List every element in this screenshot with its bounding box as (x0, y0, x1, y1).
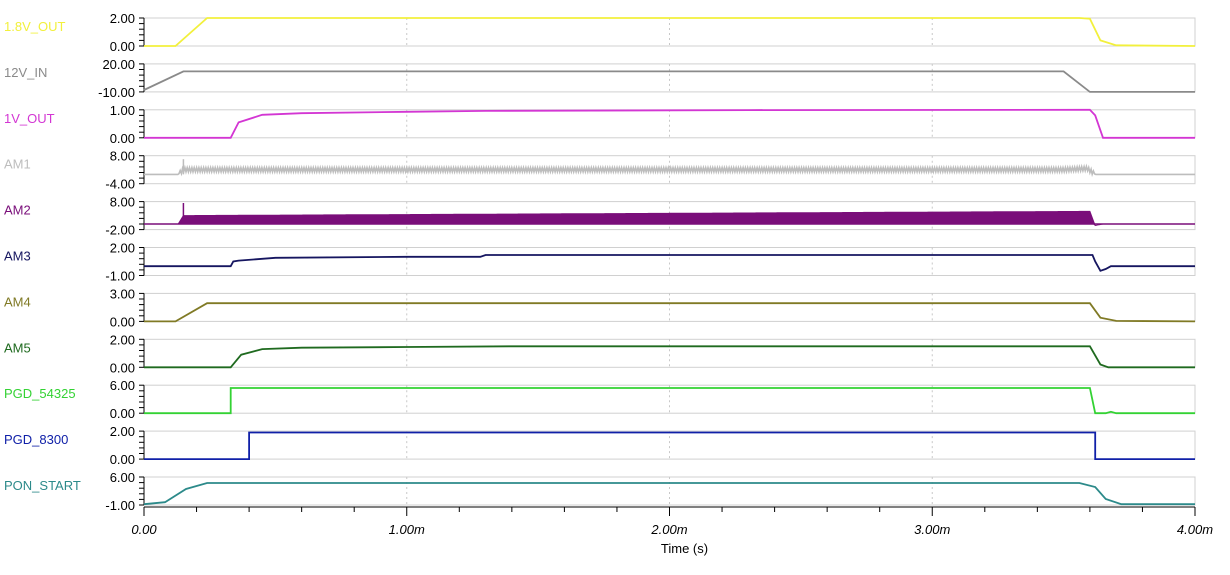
channel-label: AM5 (4, 340, 31, 355)
y-tick-label: 8.00 (110, 195, 135, 210)
channel-label: PGD_8300 (4, 432, 68, 447)
channel-1v-out: 1.00 0.00 1V_OUT (4, 103, 1196, 146)
y-tick-label: 2.00 (110, 11, 135, 26)
panel-frame (143, 430, 1196, 460)
channel-panels: 2.00 0.00 1.8V_OUT 20.00 -10.00 12V_IN 1.00 0.0… (4, 11, 1196, 513)
channel-label: AM1 (4, 157, 31, 172)
y-tick-label: 0.00 (110, 452, 135, 467)
channel-label: AM4 (4, 294, 31, 309)
y-tick-label: 0.00 (110, 360, 135, 375)
channel-label: 12V_IN (4, 65, 47, 80)
channel-am2: 8.00 -2.00 AM2 (4, 195, 1196, 238)
x-tick-label: 0.00 (131, 522, 157, 537)
y-tick-label: 20.00 (102, 57, 135, 72)
channel-label: 1.8V_OUT (4, 19, 65, 34)
channel-12v-in: 20.00 -10.00 12V_IN (4, 57, 1196, 100)
x-axis-title: Time (s) (661, 541, 708, 556)
y-tick-label: -1.00 (105, 269, 135, 284)
y-tick-label: 8.00 (110, 149, 135, 164)
channel-am3: 2.00 -1.00 AM3 (4, 241, 1196, 284)
x-axis: 0.00 1.00m 2.00m 3.00m 4.00m Time (s) (131, 506, 1213, 556)
x-tick-label: 1.00m (389, 522, 425, 537)
y-tick-label: -10.00 (98, 85, 135, 100)
y-tick-label: 1.00 (110, 103, 135, 118)
channel-pgd-54325: 6.00 0.00 PGD_54325 (4, 378, 1196, 421)
y-tick-label: 0.00 (110, 406, 135, 421)
panel-frame (143, 63, 1196, 93)
y-tick-label: 2.00 (110, 332, 135, 347)
y-tick-label: 6.00 (110, 378, 135, 393)
x-tick-label: 4.00m (1177, 522, 1213, 537)
y-tick-label: 6.00 (110, 470, 135, 485)
channel-label: AM2 (4, 203, 31, 218)
channel-pgd-8300: 2.00 0.00 PGD_8300 (4, 424, 1196, 467)
channel-label: 1V_OUT (4, 111, 55, 126)
y-tick-label: 3.00 (110, 286, 135, 301)
panel-frame (143, 292, 1196, 322)
panel-frame (143, 338, 1196, 368)
waveform-chart: 2.00 0.00 1.8V_OUT 20.00 -10.00 12V_IN 1.00 0.0… (4, 11, 1213, 556)
y-tick-label: 0.00 (110, 131, 135, 146)
channel-label: PGD_54325 (4, 386, 76, 401)
channel-am1: 8.00 -4.00 AM1 (4, 149, 1196, 192)
y-tick-label: 2.00 (110, 241, 135, 256)
panel-frame (143, 247, 1196, 276)
channel-am5: 2.00 0.00 AM5 (4, 332, 1196, 375)
panel-frame (143, 17, 1196, 47)
x-tick-label: 3.00m (914, 522, 950, 537)
y-tick-label: -2.00 (105, 223, 135, 238)
x-tick-label: 2.00m (650, 522, 687, 537)
series-line (144, 108, 1195, 139)
panel-frame (143, 476, 1196, 506)
y-tick-label: 0.00 (110, 39, 135, 54)
panel-frame (143, 384, 1196, 414)
channel-label: PON_START (4, 478, 81, 493)
y-tick-label: -4.00 (105, 177, 135, 192)
y-tick-label: -1.00 (105, 498, 135, 513)
channel-am4: 3.00 0.00 AM4 (4, 286, 1196, 329)
channel-1-8v-out: 2.00 0.00 1.8V_OUT (4, 11, 1196, 54)
y-tick-label: 0.00 (110, 314, 135, 329)
series-line (144, 17, 1196, 47)
channel-label: AM3 (4, 249, 31, 264)
y-tick-label: 2.00 (110, 424, 135, 439)
